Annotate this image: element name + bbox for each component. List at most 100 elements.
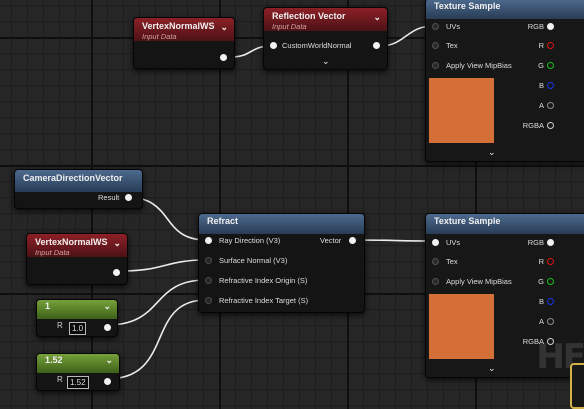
- tex-label: Tex: [446, 41, 458, 50]
- b-label: B: [538, 81, 544, 90]
- custom-world-normal-label: CustomWorldNormal: [282, 41, 352, 50]
- rgb-pin[interactable]: [547, 23, 554, 30]
- partial-node-corner[interactable]: [570, 363, 584, 409]
- chevron-down-icon[interactable]: ⌄: [373, 12, 381, 23]
- b-pin[interactable]: [547, 82, 554, 89]
- r-label: R: [538, 257, 544, 266]
- surface-normal-label: Surface Normal (V3): [219, 256, 288, 265]
- wire-refract-to-texture: [353, 239, 434, 242]
- vector-output-pin[interactable]: [349, 237, 356, 244]
- texture-preview: [429, 78, 494, 143]
- node-title: VertexNormalWS: [142, 21, 215, 31]
- a-label: A: [538, 317, 544, 326]
- reflection-vector-node[interactable]: Reflection Vector Input Data ⌄ CustomWor…: [263, 7, 388, 70]
- g-pin[interactable]: [547, 62, 554, 69]
- r-label: R: [538, 41, 544, 50]
- g-label: G: [538, 61, 544, 70]
- node-subtitle: Input Data: [142, 32, 177, 41]
- output-pin[interactable]: [113, 269, 120, 276]
- rgba-pin[interactable]: [547, 122, 554, 129]
- wire-const1-to-refract: [106, 279, 207, 326]
- uvs-label: UVs: [446, 22, 461, 31]
- node-title: 1: [45, 301, 51, 311]
- node-title: 1.52: [45, 355, 63, 365]
- refract-node[interactable]: Refract Ray Direction (V3) Surface Norma…: [198, 213, 365, 313]
- node-title: Texture Sample: [434, 216, 501, 226]
- mip-bias-label: Apply View MipBias: [446, 61, 512, 70]
- node-title: Reflection Vector: [272, 11, 346, 21]
- vertex-normal-ws-node-mid[interactable]: VertexNormalWS Input Data ⌄: [26, 233, 128, 285]
- a-pin[interactable]: [547, 102, 554, 109]
- node-header[interactable]: VertexNormalWS Input Data ⌄: [134, 18, 234, 41]
- node-title: Refract: [207, 216, 239, 226]
- vertex-normal-ws-node-top[interactable]: VertexNormalWS Input Data ⌄: [133, 17, 235, 69]
- g-label: G: [538, 277, 544, 286]
- constant-node-1[interactable]: 1 ⌄ R 1.0: [36, 299, 118, 337]
- expand-chevron-icon[interactable]: ⌄: [322, 56, 330, 67]
- node-title: Texture Sample: [434, 1, 501, 11]
- index-target-pin[interactable]: [205, 297, 212, 304]
- result-pin[interactable]: [125, 194, 132, 201]
- tex-pin[interactable]: [432, 258, 439, 265]
- custom-world-normal-pin[interactable]: [270, 42, 277, 49]
- uvs-pin[interactable]: [432, 23, 439, 30]
- r-pin[interactable]: [547, 42, 554, 49]
- node-header[interactable]: Texture Sample: [426, 0, 584, 19]
- tex-pin[interactable]: [432, 42, 439, 49]
- node-header[interactable]: VertexNormalWS Input Data ⌄: [27, 234, 127, 257]
- constant-node-152[interactable]: 1.52 ⌄ R 1.52: [36, 353, 120, 391]
- node-header[interactable]: CameraDirectionVector: [15, 170, 142, 192]
- b-pin[interactable]: [547, 298, 554, 305]
- node-header[interactable]: Texture Sample: [426, 214, 584, 234]
- node-title: CameraDirectionVector: [23, 173, 123, 183]
- node-header[interactable]: 1 ⌄: [37, 300, 117, 319]
- node-subtitle: Input Data: [35, 248, 70, 257]
- chevron-down-icon[interactable]: ⌄: [220, 22, 228, 33]
- rgba-label: RGBA: [522, 121, 544, 130]
- pin-label-r: R: [57, 321, 63, 330]
- mip-bias-label: Apply View MipBias: [446, 277, 512, 286]
- node-header[interactable]: Refract: [199, 214, 364, 234]
- vector-output-label: Vector: [320, 236, 342, 245]
- value-input[interactable]: 1.0: [69, 322, 87, 335]
- result-label: Result: [98, 193, 120, 202]
- chevron-down-icon[interactable]: ⌄: [103, 302, 111, 311]
- a-label: A: [538, 101, 544, 110]
- texture-sample-node-top[interactable]: Texture Sample UVs Tex Apply View MipBia…: [425, 0, 584, 162]
- node-subtitle: Input Data: [272, 22, 307, 31]
- output-pin[interactable]: [104, 324, 111, 331]
- chevron-down-icon[interactable]: ⌄: [488, 147, 496, 158]
- node-title: VertexNormalWS: [35, 237, 108, 247]
- rgb-label: RGB: [527, 22, 544, 31]
- camera-direction-vector-node[interactable]: CameraDirectionVector Result: [14, 169, 143, 209]
- wire-vertex-to-refract: [120, 259, 207, 272]
- g-pin[interactable]: [547, 278, 554, 285]
- chevron-down-icon[interactable]: ⌄: [113, 238, 121, 249]
- chevron-down-icon[interactable]: ⌄: [488, 363, 496, 374]
- rgb-label: RGB: [527, 238, 544, 247]
- r-pin[interactable]: [547, 258, 554, 265]
- output-pin[interactable]: [220, 54, 227, 61]
- ray-direction-label: Ray Direction (V3): [219, 236, 281, 245]
- mip-bias-pin[interactable]: [432, 62, 439, 69]
- output-pin[interactable]: [104, 378, 111, 385]
- rgb-pin[interactable]: [547, 239, 554, 246]
- wire-const2-to-refract: [106, 299, 207, 380]
- node-header[interactable]: Reflection Vector Input Data ⌄: [264, 8, 387, 31]
- chevron-down-icon[interactable]: ⌄: [105, 356, 113, 365]
- uvs-pin[interactable]: [432, 239, 439, 246]
- tex-label: Tex: [446, 257, 458, 266]
- value-input[interactable]: 1.52: [67, 376, 89, 389]
- output-pin[interactable]: [373, 42, 380, 49]
- ray-direction-pin[interactable]: [205, 237, 212, 244]
- texture-preview: [429, 294, 494, 359]
- pin-label-r: R: [57, 375, 63, 384]
- node-header[interactable]: 1.52 ⌄: [37, 354, 119, 373]
- index-origin-label: Refractive Index Origin (S): [219, 276, 308, 285]
- index-target-label: Refractive Index Target (S): [219, 296, 309, 305]
- a-pin[interactable]: [547, 318, 554, 325]
- b-label: B: [538, 297, 544, 306]
- surface-normal-pin[interactable]: [205, 257, 212, 264]
- mip-bias-pin[interactable]: [432, 278, 439, 285]
- index-origin-pin[interactable]: [205, 277, 212, 284]
